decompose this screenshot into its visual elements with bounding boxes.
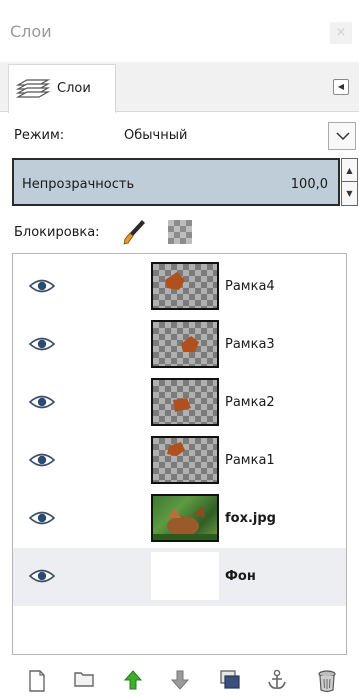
- anchor-layer-button[interactable]: [262, 666, 292, 696]
- lock-row: Блокировка:: [0, 214, 359, 250]
- eye-icon[interactable]: [29, 567, 55, 585]
- layer-row-selected[interactable]: Фон: [13, 548, 346, 606]
- lower-layer-button[interactable]: [165, 666, 195, 696]
- layer-thumbnail: [151, 378, 219, 426]
- layer-thumbnail: [151, 262, 219, 310]
- new-group-button[interactable]: [68, 666, 98, 696]
- new-group-icon: [74, 672, 94, 687]
- lower-layer-icon: [170, 670, 190, 690]
- layer-row[interactable]: Рамка4: [13, 258, 346, 316]
- layer-name[interactable]: fox.jpg: [225, 511, 276, 526]
- mode-dropdown-button[interactable]: [328, 122, 356, 150]
- spin-down-icon[interactable]: ▼: [342, 182, 357, 205]
- layers-toolbar: [0, 664, 359, 699]
- opacity-label: Непрозрачность: [22, 177, 135, 192]
- eye-icon[interactable]: [29, 277, 55, 295]
- raise-layer-icon: [123, 670, 143, 690]
- opacity-control: Непрозрачность 100,0 ▲ ▼: [12, 158, 358, 206]
- mode-select[interactable]: Обычный: [124, 128, 187, 143]
- layer-row[interactable]: Рамка1: [13, 432, 346, 490]
- layer-name[interactable]: Фон: [225, 569, 256, 584]
- new-layer-button[interactable]: [22, 666, 52, 696]
- layers-icon: [15, 79, 51, 98]
- tab-menu-icon[interactable]: ◀: [333, 79, 349, 95]
- eye-icon[interactable]: [29, 451, 55, 469]
- layer-thumbnail: [151, 436, 219, 484]
- delete-layer-icon: [318, 670, 336, 693]
- layer-row[interactable]: Рамка3: [13, 316, 346, 374]
- opacity-value[interactable]: 100,0: [291, 177, 328, 192]
- fox-photo-thumbnail: [151, 494, 219, 542]
- delete-layer-button[interactable]: [312, 666, 342, 696]
- layer-thumbnail: [151, 552, 219, 600]
- dock-title: Слои: [10, 22, 52, 41]
- layer-row[interactable]: Рамка2: [13, 374, 346, 432]
- eye-icon[interactable]: [29, 509, 55, 527]
- layer-thumbnail: [151, 320, 219, 368]
- layer-name[interactable]: Рамка3: [225, 337, 275, 352]
- chevron-down-icon: [336, 132, 350, 141]
- alpha-lock-icon[interactable]: [168, 220, 192, 244]
- tab-bar: Слои ◀: [0, 62, 359, 113]
- anchor-layer-icon: [268, 669, 286, 689]
- layers-list: Рамка4 Рамка3 Рамка2 Рамка1 fox.jpg Фон: [12, 253, 347, 655]
- lock-label: Блокировка:: [14, 225, 100, 240]
- raise-layer-button[interactable]: [118, 666, 148, 696]
- layer-name[interactable]: Рамка1: [225, 453, 275, 468]
- opacity-slider[interactable]: Непрозрачность 100,0: [12, 158, 340, 206]
- tab-label: Слои: [57, 81, 91, 96]
- duplicate-layer-icon: [220, 670, 240, 689]
- new-layer-icon: [29, 670, 45, 692]
- layer-row[interactable]: fox.jpg: [13, 490, 346, 548]
- eye-icon[interactable]: [29, 335, 55, 353]
- spin-up-icon[interactable]: ▲: [342, 159, 357, 182]
- tab-layers[interactable]: Слои: [8, 64, 116, 113]
- duplicate-layer-button[interactable]: [214, 666, 244, 696]
- mode-row: Режим: Обычный: [0, 118, 359, 152]
- layer-name[interactable]: Рамка4: [225, 279, 275, 294]
- layer-name[interactable]: Рамка2: [225, 395, 275, 410]
- dock-titlebar: Слои ×: [0, 0, 359, 62]
- eye-icon[interactable]: [29, 393, 55, 411]
- brush-lock-icon[interactable]: [122, 218, 146, 246]
- close-icon[interactable]: ×: [330, 22, 352, 44]
- opacity-spinner: ▲ ▼: [341, 158, 358, 206]
- mode-label: Режим:: [14, 128, 65, 143]
